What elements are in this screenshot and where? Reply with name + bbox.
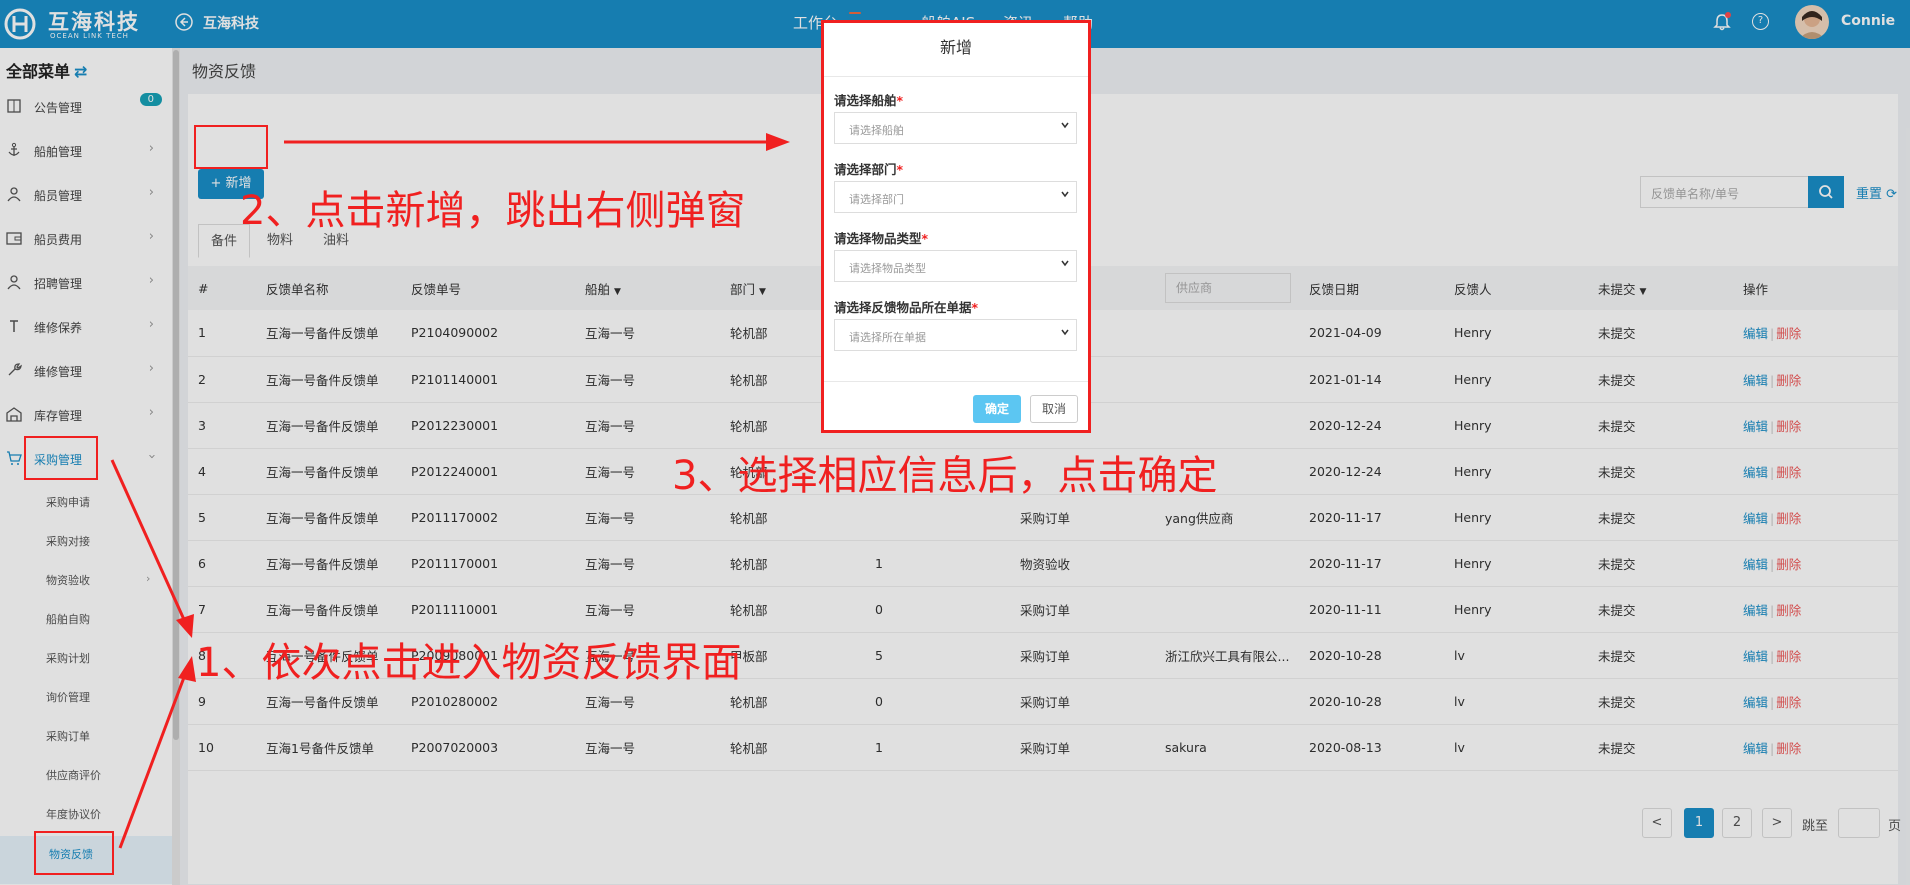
chevron-down-icon [1061,122,1069,129]
item-type-select[interactable]: 请选择物品类型 [834,250,1077,282]
annotation-step-3: 3、选择相应信息后，点击确定 [672,453,1218,499]
item-type-field-label: 请选择物品类型* [834,231,929,246]
highlight-feedback-menu [34,831,114,875]
chevron-down-icon [1061,260,1069,267]
dept-field-label: 请选择部门* [834,162,904,177]
chevron-down-icon [1061,191,1069,198]
highlight-add-button [194,125,268,169]
add-dialog: 新增 请选择船舶* 请选择船舶 请选择部门* 请选择部门 请选择物品类型* 请选… [821,20,1091,433]
source-doc-select[interactable]: 请选择所在单据 [834,319,1077,351]
cancel-button[interactable]: 取消 [1030,395,1078,423]
ship-field-label: 请选择船舶* [834,93,904,108]
ship-select[interactable]: 请选择船舶 [834,112,1077,144]
confirm-button[interactable]: 确定 [973,395,1021,423]
source-doc-field-label: 请选择反馈物品所在单据* [834,300,979,315]
dialog-title: 新增 [824,23,1088,77]
annotation-step-2: 2、点击新增，跳出右侧弹窗 [240,188,746,234]
dept-select[interactable]: 请选择部门 [834,181,1077,213]
highlight-purchase-menu [24,436,98,480]
chevron-down-icon [1061,329,1069,336]
annotation-step-1: 1、依次点击进入物资反馈界面 [196,640,742,686]
dialog-footer-divider [824,381,1088,382]
